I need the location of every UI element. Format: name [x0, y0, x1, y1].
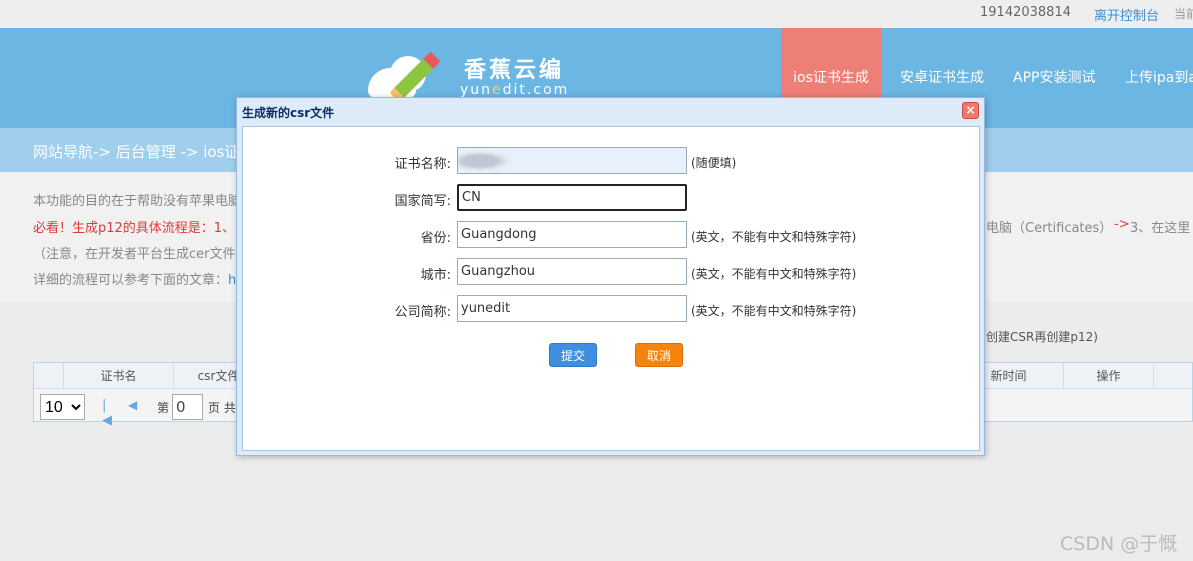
province-input[interactable]: Guangdong	[457, 221, 687, 248]
first-page-icon[interactable]: |◀	[102, 398, 112, 428]
top-bar: 19142038814 离开控制台 当前	[0, 0, 1193, 28]
province-note: (英文，不能有中文和特殊字符)	[691, 230, 857, 244]
info-line-1: 本功能的目的在于帮助没有苹果电脑	[33, 194, 242, 209]
logo-title: 香蕉云编	[464, 58, 565, 83]
csr-dialog: 生成新的csr文件 × 证书名称: (随便填) 国家简写: CN 省份: Gua…	[236, 97, 985, 456]
submit-button[interactable]: 提交	[549, 343, 597, 367]
prev-page-icon[interactable]: ◀	[128, 398, 137, 412]
city-note: (英文，不能有中文和特殊字符)	[691, 267, 857, 281]
company-input[interactable]: yunedit	[457, 295, 687, 322]
field-cert-name: 证书名称: (随便填)	[243, 147, 981, 175]
info-line-4: 详细的流程可以参考下面的文章：h	[33, 273, 237, 288]
page-total-label: 页 共	[208, 401, 236, 415]
field-city: 城市: Guangzhou (英文，不能有中文和特殊字符)	[243, 258, 981, 286]
city-input[interactable]: Guangzhou	[457, 258, 687, 285]
col-cert-name[interactable]: 证书名	[64, 363, 174, 389]
field-province: 省份: Guangdong (英文，不能有中文和特殊字符)	[243, 221, 981, 249]
close-icon[interactable]: ×	[962, 102, 979, 119]
cancel-button[interactable]: 取消	[635, 343, 683, 367]
watermark: CSDN @于慨	[1060, 533, 1178, 555]
field-country: 国家简写: CN	[243, 184, 981, 212]
current-label: 当前	[1174, 7, 1193, 21]
nav-upload-ipa[interactable]: 上传ipa到ap	[1125, 28, 1193, 128]
arrow-text: ->	[1114, 217, 1130, 232]
dialog-body: 证书名称: (随便填) 国家简写: CN 省份: Guangdong (英文，不…	[242, 126, 980, 451]
user-phone: 19142038814	[980, 5, 1071, 20]
info-line-2-right-b: 3、在这里	[1130, 221, 1191, 236]
info-line-2: 必看！生成p12的具体流程是：1、	[33, 221, 236, 236]
field-company: 公司简称: yunedit (英文，不能有中文和特殊字符)	[243, 295, 981, 323]
company-note: (英文，不能有中文和特殊字符)	[691, 304, 857, 318]
cert-name-note: (随便填)	[691, 156, 737, 170]
info-line-3: （注意，在开发者平台生成cer文件	[33, 247, 236, 262]
page-number-input[interactable]: 0	[172, 394, 203, 420]
hint-text: 创建CSR再创建p12)	[986, 330, 1098, 344]
country-code-input[interactable]: CN	[457, 184, 687, 211]
col-actions[interactable]: 操作	[1064, 363, 1154, 389]
info-line-2-right: 电脑（Certificates）	[986, 221, 1113, 236]
page-size-select[interactable]: 10	[40, 394, 85, 420]
page-label: 第	[157, 401, 170, 415]
logo-subtitle: yunedit.com	[460, 82, 570, 98]
dialog-title: 生成新的csr文件	[242, 106, 335, 120]
redacted-value	[458, 150, 513, 172]
leave-console-link[interactable]: 离开控制台	[1094, 5, 1159, 24]
cert-name-input[interactable]	[457, 147, 687, 174]
nav-app-install-test[interactable]: APP安装测试	[1013, 28, 1095, 128]
